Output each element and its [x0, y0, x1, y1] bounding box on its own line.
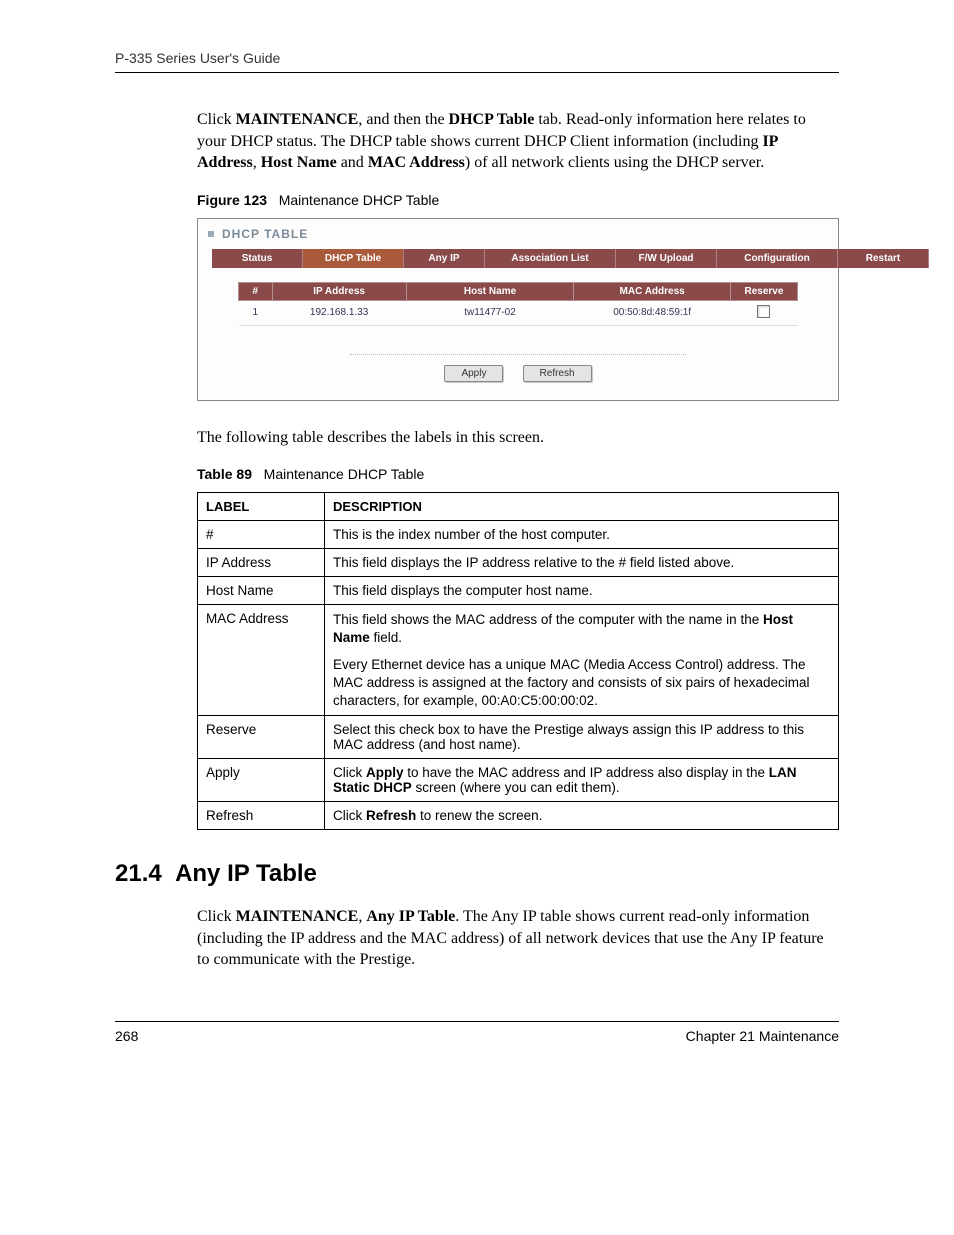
section-title: Any IP Table — [175, 860, 317, 887]
label-cell: Apply — [198, 759, 325, 802]
section-body: Click MAINTENANCE, Any IP Table. The Any… — [197, 906, 839, 971]
t: Refresh — [366, 808, 416, 823]
cell-mac: 00:50:8d:48:59:1f — [574, 300, 731, 325]
t: Click — [333, 808, 366, 823]
label-cell: Host Name — [198, 577, 325, 605]
desc-cell: Click Apply to have the MAC address and … — [325, 759, 839, 802]
table-row: Reserve Select this check box to have th… — [198, 716, 839, 759]
label-cell: Refresh — [198, 802, 325, 830]
label-cell: MAC Address — [198, 605, 325, 716]
col-mac: MAC Address — [574, 282, 731, 300]
description-table: LABEL DESCRIPTION # This is the index nu… — [197, 492, 839, 830]
t: screen (where you can edit them). — [412, 780, 620, 795]
table-caption: Table 89 Maintenance DHCP Table — [197, 466, 839, 482]
tab-any-ip[interactable]: Any IP — [404, 249, 485, 268]
cell-host: tw11477-02 — [406, 300, 574, 325]
page-number: 268 — [115, 1028, 138, 1044]
dhcp-table-screenshot: DHCP TABLE Status DHCP Table Any IP Asso… — [197, 218, 839, 401]
t: Every Ethernet device has a unique MAC (… — [333, 656, 830, 709]
apply-button[interactable]: Apply — [444, 365, 503, 382]
window-title: DHCP TABLE — [222, 227, 308, 241]
table-row: Host Name This field displays the comput… — [198, 577, 839, 605]
figure-caption: Figure 123 Maintenance DHCP Table — [197, 192, 839, 208]
t: MAINTENANCE — [236, 111, 359, 128]
t: MAINTENANCE — [236, 908, 359, 925]
label-cell: # — [198, 521, 325, 549]
table-title: Maintenance DHCP Table — [264, 466, 425, 482]
col-reserve: Reserve — [730, 282, 797, 300]
t: Click — [197, 908, 236, 925]
desc-cell: Select this check box to have the Presti… — [325, 716, 839, 759]
cell-reserve — [730, 300, 797, 325]
desc-cell: This field displays the computer host na… — [325, 577, 839, 605]
cell-ip: 192.168.1.33 — [272, 300, 406, 325]
page-header: P-335 Series User's Guide — [115, 50, 839, 73]
t: , — [253, 154, 261, 171]
t: ) of all network clients using the DHCP … — [465, 154, 764, 171]
tab-configuration[interactable]: Configuration — [717, 249, 838, 268]
dhcp-data-table: # IP Address Host Name MAC Address Reser… — [238, 282, 798, 326]
label-cell: Reserve — [198, 716, 325, 759]
tab-association-list[interactable]: Association List — [485, 249, 616, 268]
label-cell: IP Address — [198, 549, 325, 577]
header-description: DESCRIPTION — [325, 493, 839, 521]
tab-dhcp-table[interactable]: DHCP Table — [303, 249, 404, 268]
t: , and then the — [358, 111, 448, 128]
window-icon — [206, 229, 216, 239]
section-number: 21.4 — [115, 860, 162, 887]
col-ip: IP Address — [272, 282, 406, 300]
t: DHCP Table — [449, 111, 535, 128]
desc-cell: This is the index number of the host com… — [325, 521, 839, 549]
t: Apply — [366, 765, 404, 780]
table-row: Apply Click Apply to have the MAC addres… — [198, 759, 839, 802]
t: Click — [333, 765, 366, 780]
intro-paragraph: Click MAINTENANCE, and then the DHCP Tab… — [197, 109, 839, 174]
tab-fw-upload[interactable]: F/W Upload — [616, 249, 717, 268]
t: to have the MAC address and IP address a… — [404, 765, 769, 780]
t: MAC Address — [368, 154, 465, 171]
tab-bar: Status DHCP Table Any IP Association Lis… — [212, 249, 824, 268]
table-row: IP Address This field displays the IP ad… — [198, 549, 839, 577]
tab-status[interactable]: Status — [212, 249, 303, 268]
table-row: 1 192.168.1.33 tw11477-02 00:50:8d:48:59… — [239, 300, 798, 325]
t: This field shows the MAC address of the … — [333, 612, 763, 627]
t: Click — [197, 111, 236, 128]
separator-dots — [350, 354, 686, 355]
table-number: Table 89 — [197, 466, 252, 482]
figure-number: Figure 123 — [197, 192, 267, 208]
page-footer: 268 Chapter 21 Maintenance — [115, 1021, 839, 1044]
refresh-button[interactable]: Refresh — [523, 365, 592, 382]
col-num: # — [239, 282, 273, 300]
figure-title: Maintenance DHCP Table — [279, 192, 440, 208]
desc-cell: This field displays the IP address relat… — [325, 549, 839, 577]
t: Host Name — [261, 154, 337, 171]
reserve-checkbox[interactable] — [757, 305, 770, 318]
t: to renew the screen. — [416, 808, 542, 823]
desc-cell: Click Refresh to renew the screen. — [325, 802, 839, 830]
table-row: MAC Address This field shows the MAC add… — [198, 605, 839, 716]
mid-text: The following table describes the labels… — [197, 427, 839, 449]
desc-cell: This field shows the MAC address of the … — [325, 605, 839, 716]
table-row: # This is the index number of the host c… — [198, 521, 839, 549]
t: and — [337, 154, 368, 171]
tab-restart[interactable]: Restart — [838, 249, 929, 268]
cell-num: 1 — [239, 300, 273, 325]
chapter-label: Chapter 21 Maintenance — [686, 1028, 839, 1044]
t: field. — [370, 630, 402, 645]
header-label: LABEL — [198, 493, 325, 521]
col-host: Host Name — [406, 282, 574, 300]
table-row: Refresh Click Refresh to renew the scree… — [198, 802, 839, 830]
section-heading: 21.4 Any IP Table — [115, 860, 839, 888]
t: Any IP Table — [366, 908, 455, 925]
